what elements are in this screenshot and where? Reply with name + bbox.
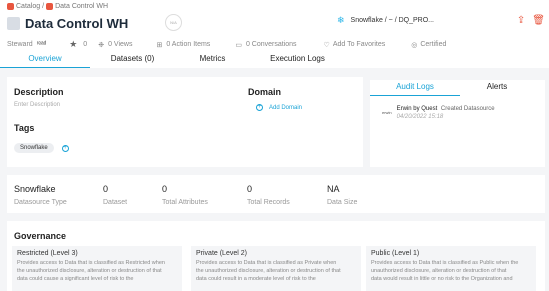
card-line: Provides access to Data that is classifi… <box>371 260 519 266</box>
card-line: the unauthorized disclosure, alteration … <box>196 268 341 274</box>
stat-label: Total Records <box>247 199 290 206</box>
breadcrumb: Catalog / Data Control WH <box>7 3 108 10</box>
stat-label: Data Size <box>327 199 358 206</box>
audit-panel: Audit Logs Alerts erwin Erwin by Quest C… <box>370 80 545 167</box>
tags-list: Snowflake + <box>14 143 75 153</box>
rating-count: 0 <box>83 41 88 48</box>
star-icon[interactable]: ★ <box>69 39 77 50</box>
card-line: Provides access to Data that is classifi… <box>17 260 165 266</box>
stat-value: NA <box>327 184 340 194</box>
datasource-path[interactable]: ❄ Snowflake / ~ / DQ_PRO... <box>337 15 434 26</box>
heart-icon: ♡ <box>323 41 330 49</box>
datasource-icon <box>46 3 54 10</box>
stat-total-attributes: 0 Total Attributes <box>162 184 208 206</box>
add-to-favorites[interactable]: Add To Favorites <box>333 41 385 48</box>
card-line: unauthorized disclosure, alteration or d… <box>371 268 507 274</box>
quality-score-badge: N/A <box>165 14 182 31</box>
add-domain-label: Add Domain <box>269 104 303 111</box>
tab-datasets[interactable]: Datasets (0) <box>90 52 175 68</box>
card-title: Restricted (Level 3) <box>17 250 78 257</box>
header-actions: ⇪ 🗑 <box>517 15 545 26</box>
description-input[interactable]: Enter Description <box>14 102 60 108</box>
add-domain-button[interactable]: + Add Domain <box>256 104 302 111</box>
tab-audit-logs[interactable]: Audit Logs <box>370 82 460 96</box>
conversations-icon: ▭ <box>235 41 242 49</box>
stat-dataset: 0 Dataset <box>103 184 127 206</box>
stat-value: 0 <box>103 184 109 194</box>
overview-panel: Description Enter Description Domain + A… <box>7 77 363 167</box>
tag-chip[interactable]: Snowflake <box>14 143 54 153</box>
tab-alerts[interactable]: Alerts <box>452 82 542 96</box>
governance-card-private[interactable]: Private (Level 2) Provides access to Dat… <box>191 246 361 291</box>
card-description: Provides access to Data that is classifi… <box>371 259 531 283</box>
catalog-icon <box>7 3 14 10</box>
erwin-logo: erwin <box>382 110 392 115</box>
conversations[interactable]: 0 Conversations <box>246 41 297 48</box>
audit-action: Created Datasource <box>440 106 495 112</box>
governance-card-restricted[interactable]: Restricted (Level 3) Provides access to … <box>12 246 182 291</box>
tab-overview[interactable]: Overview <box>0 52 90 68</box>
card-line: Provides access to Data that is classifi… <box>196 260 337 266</box>
breadcrumb-catalog[interactable]: Catalog <box>16 3 40 10</box>
audit-tabs: Audit Logs Alerts <box>370 80 549 96</box>
audit-entry-text: Erwin by Quest Created Datasource <box>397 106 495 112</box>
audit-entry-body: Erwin by Quest Created Datasource 04/20/… <box>397 106 495 120</box>
stat-label: Total Attributes <box>162 199 208 206</box>
stat-total-records: 0 Total Records <box>247 184 290 206</box>
certified-label[interactable]: Certified <box>420 41 446 48</box>
description-heading: Description <box>14 87 64 97</box>
share-icon[interactable]: ⇪ <box>517 15 525 26</box>
card-description: Provides access to Data that is classifi… <box>17 259 177 283</box>
views-icon: ❉ <box>98 41 105 49</box>
card-title: Public (Level 1) <box>371 250 420 257</box>
governance-heading: Governance <box>14 231 67 241</box>
stat-label: Datasource Type <box>14 199 67 206</box>
stat-value: 0 <box>162 184 168 194</box>
audit-user: Erwin by Quest <box>396 106 438 112</box>
stat-data-size: NA Data Size <box>327 184 357 206</box>
steward-value[interactable]: ʳᵉᵃᵈ <box>37 41 47 48</box>
stat-datasource-type: Snowflake Datasource Type <box>14 184 67 206</box>
database-icon <box>7 17 20 30</box>
action-items-icon: ⊞ <box>156 41 163 49</box>
main-tabs: Overview Datasets (0) Metrics Execution … <box>0 52 360 68</box>
title-row: Data Control WH <box>7 16 128 31</box>
breadcrumb-current: Data Control WH <box>55 3 108 10</box>
stat-value: Snowflake <box>14 184 56 194</box>
card-line: the unauthorized disclosure, alteration … <box>17 268 162 274</box>
card-title: Private (Level 2) <box>196 250 247 257</box>
tags-heading: Tags <box>14 123 35 133</box>
domain-heading: Domain <box>248 87 282 97</box>
stat-label: Dataset <box>103 199 128 206</box>
audit-time: 04/20/2022 15:18 <box>396 114 444 120</box>
stat-value: 0 <box>247 184 253 194</box>
card-line: data would result in little or no risk t… <box>371 276 513 282</box>
tab-metrics[interactable]: Metrics <box>175 52 250 68</box>
card-description: Provides access to Data that is classifi… <box>196 259 356 283</box>
action-items[interactable]: 0 Action Items <box>166 41 210 48</box>
plus-icon: + <box>256 104 263 111</box>
governance-panel: Governance Restricted (Level 3) Provides… <box>7 221 545 291</box>
page-header: Catalog / Data Control WH Data Control W… <box>0 0 549 68</box>
views-count: 0 Views <box>108 41 133 48</box>
add-tag-icon[interactable]: + <box>61 144 69 152</box>
steward-label: Steward <box>7 41 33 48</box>
snowflake-icon: ❄ <box>337 15 345 25</box>
card-line: data could cause a significant level of … <box>17 276 134 282</box>
delete-icon[interactable]: 🗑 <box>532 15 545 26</box>
meta-bar: Steward ʳᵉᵃᵈ ★ 0 ❉ 0 Views ⊞ 0 Action It… <box>7 39 446 50</box>
certified-icon: ◎ <box>411 41 418 49</box>
breadcrumb-separator: / <box>42 3 45 10</box>
audit-entry: erwin Erwin by Quest Created Datasource … <box>382 106 495 120</box>
tab-execution-logs[interactable]: Execution Logs <box>250 52 345 68</box>
page-title: Data Control WH <box>25 16 129 31</box>
datasource-path-text: Snowflake / ~ / DQ_PRO... <box>350 17 434 24</box>
governance-card-public[interactable]: Public (Level 1) Provides access to Data… <box>366 246 536 291</box>
card-line: data could result in a moderate level of… <box>196 276 316 282</box>
stats-panel: Snowflake Datasource Type 0 Dataset 0 To… <box>7 175 545 213</box>
